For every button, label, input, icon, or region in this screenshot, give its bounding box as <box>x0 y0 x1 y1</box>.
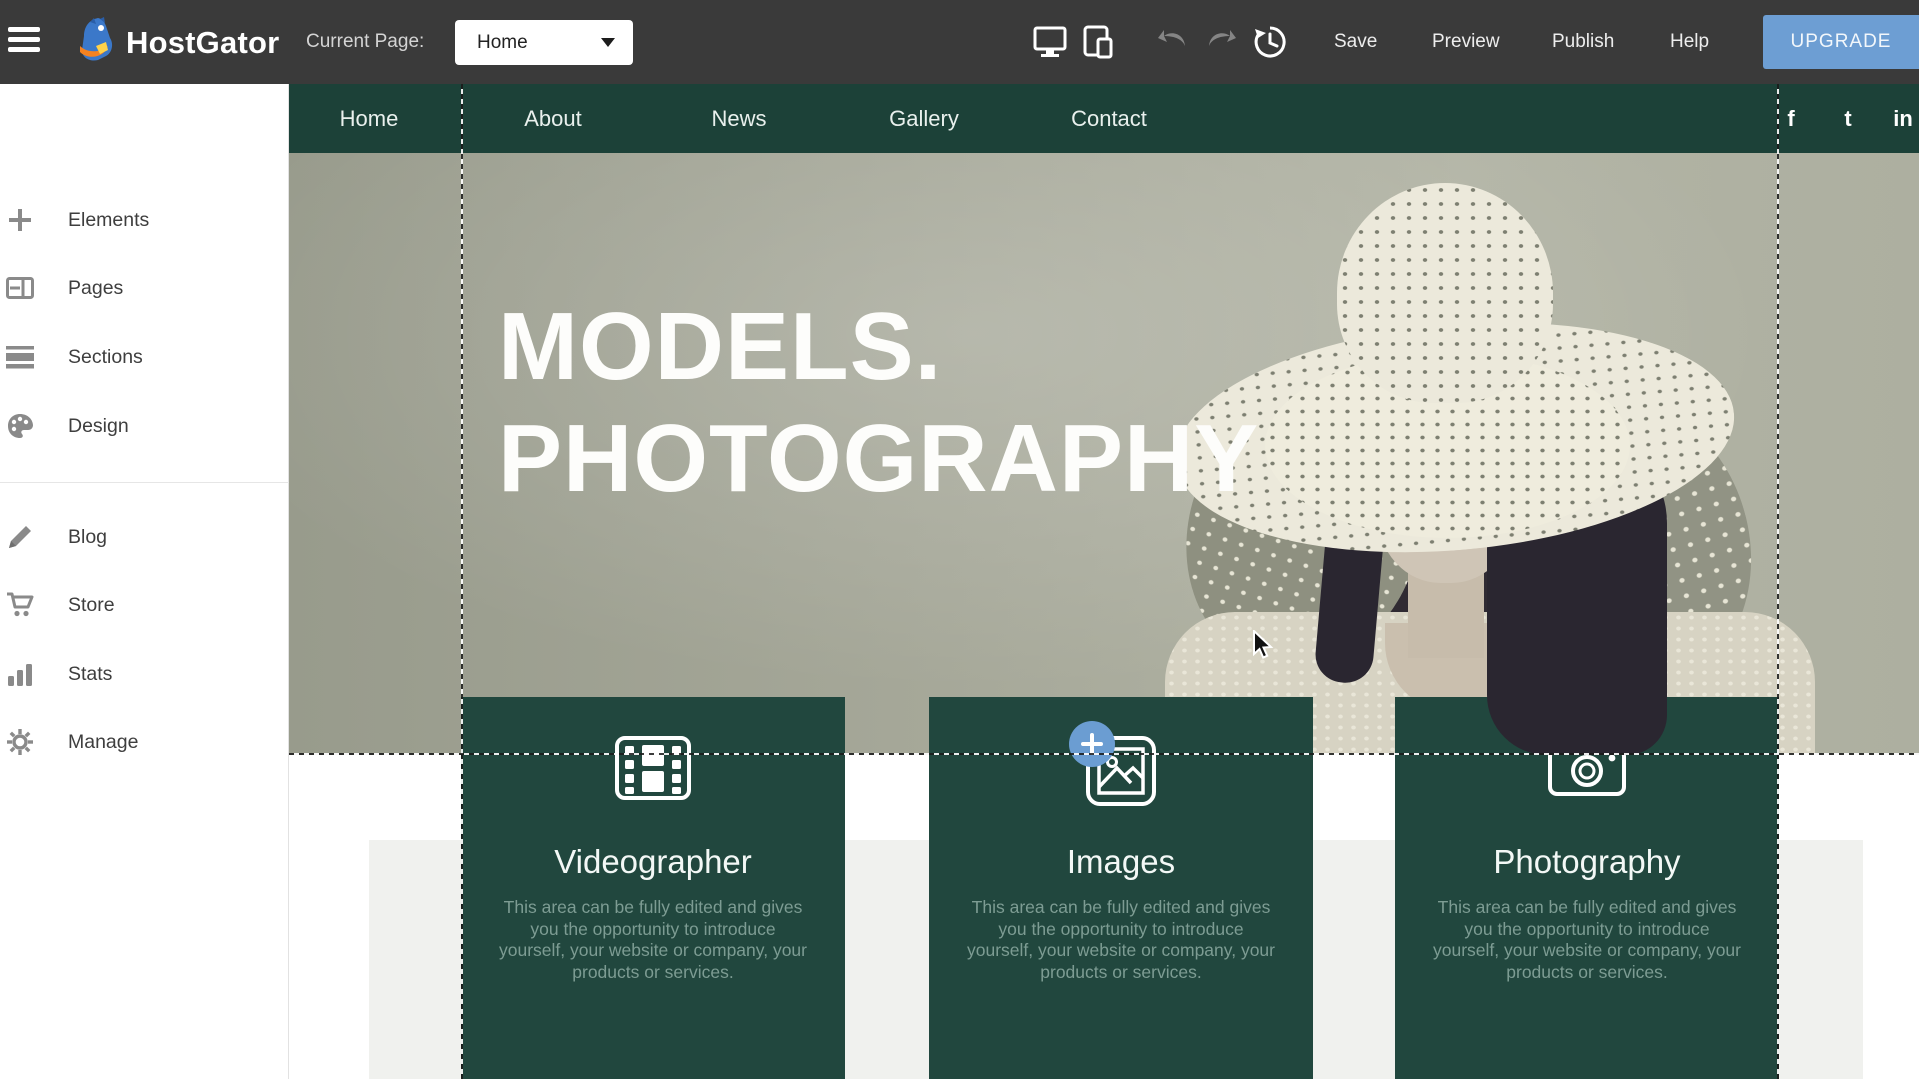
card-title: Videographer <box>554 843 752 881</box>
bar-chart-icon <box>5 659 35 689</box>
sidebar-item-blog[interactable]: Blog <box>0 511 289 563</box>
hero-title[interactable]: MODELS. PHOTOGRAPHY <box>498 291 1259 515</box>
sidebar-item-pages[interactable]: Pages <box>0 262 289 314</box>
pencil-icon <box>5 522 35 552</box>
site-nav-news[interactable]: News <box>711 84 766 153</box>
hostgator-logo: HostGator <box>76 16 279 69</box>
card-title: Images <box>1067 843 1175 881</box>
sidebar-item-design[interactable]: Design <box>0 400 289 452</box>
card-body: This area can be fully edited and gives … <box>966 897 1276 983</box>
save-button[interactable]: Save <box>1334 0 1377 84</box>
facebook-icon[interactable]: f <box>1787 84 1794 153</box>
publish-button[interactable]: Publish <box>1552 0 1614 84</box>
chevron-down-icon <box>601 38 615 47</box>
selection-guide-right <box>1777 84 1779 1079</box>
undo-icon[interactable] <box>1152 0 1196 84</box>
site-nav-home[interactable]: Home <box>340 84 399 153</box>
sidebar-divider <box>0 482 289 483</box>
card-title: Photography <box>1493 843 1680 881</box>
redo-icon[interactable] <box>1198 0 1242 84</box>
sidebar-item-elements[interactable]: Elements <box>0 194 289 246</box>
sidebar-item-label: Blog <box>68 526 107 549</box>
hamburger-menu-icon[interactable] <box>8 27 40 55</box>
site-nav-contact[interactable]: Contact <box>1071 84 1147 153</box>
add-image-plus-badge[interactable] <box>1069 721 1115 767</box>
mouse-cursor <box>1252 630 1278 665</box>
site-canvas: Home About News Gallery Contact f t in <box>289 84 1919 1079</box>
sections-icon <box>5 342 35 372</box>
app-root: HostGator Current Page: Home <box>0 0 1919 1079</box>
site-navbar: Home About News Gallery Contact f t in <box>289 84 1919 153</box>
gear-icon <box>5 727 35 757</box>
sidebar-item-stats[interactable]: Stats <box>0 648 289 700</box>
page-select-value: Home <box>477 32 601 54</box>
card-body: This area can be fully edited and gives … <box>1432 897 1742 983</box>
sidebar-item-label: Manage <box>68 731 138 754</box>
pages-icon <box>5 273 35 303</box>
hero-title-line2: PHOTOGRAPHY <box>498 403 1259 515</box>
sidebar-item-store[interactable]: Store <box>0 579 289 631</box>
sidebar-item-label: Pages <box>68 277 123 300</box>
sidebar-item-label: Sections <box>68 346 143 369</box>
sidebar-item-manage[interactable]: Manage <box>0 716 289 768</box>
cart-icon <box>5 590 35 620</box>
sidebar-item-label: Design <box>68 415 129 438</box>
history-icon[interactable] <box>1248 0 1292 84</box>
film-icon <box>614 735 692 815</box>
hostgator-gator-icon <box>76 16 120 69</box>
sidebar-item-sections[interactable]: Sections <box>0 331 289 383</box>
site-nav-about[interactable]: About <box>524 84 582 153</box>
selection-guide-bottom <box>289 753 1919 755</box>
linkedin-icon[interactable]: in <box>1893 84 1913 153</box>
sidebar-item-label: Stats <box>68 663 112 686</box>
top-toolbar: HostGator Current Page: Home <box>0 0 1919 84</box>
editor-sidebar: Elements Pages Sections <box>0 84 289 1079</box>
hero-title-line1: MODELS. <box>498 291 1259 403</box>
site-nav-gallery[interactable]: Gallery <box>889 84 959 153</box>
preview-button[interactable]: Preview <box>1432 0 1500 84</box>
card-body: This area can be fully edited and gives … <box>498 897 808 983</box>
brand-name: HostGator <box>126 25 279 61</box>
current-page-label: Current Page: <box>306 31 424 53</box>
sidebar-item-label: Elements <box>68 209 149 232</box>
desktop-view-icon[interactable] <box>1028 0 1072 84</box>
plus-icon <box>5 205 35 235</box>
twitter-icon[interactable]: t <box>1844 84 1851 153</box>
hero-section[interactable]: MODELS. PHOTOGRAPHY <box>289 153 1919 755</box>
sidebar-item-label: Store <box>68 594 115 617</box>
selection-guide-left <box>461 84 463 1079</box>
help-button[interactable]: Help <box>1670 0 1709 84</box>
mobile-view-icon[interactable] <box>1076 0 1120 84</box>
page-select-dropdown[interactable]: Home <box>455 20 633 65</box>
palette-icon <box>5 411 35 441</box>
upgrade-button[interactable]: UPGRADE <box>1763 15 1919 69</box>
image-plus-icon <box>1085 735 1157 815</box>
